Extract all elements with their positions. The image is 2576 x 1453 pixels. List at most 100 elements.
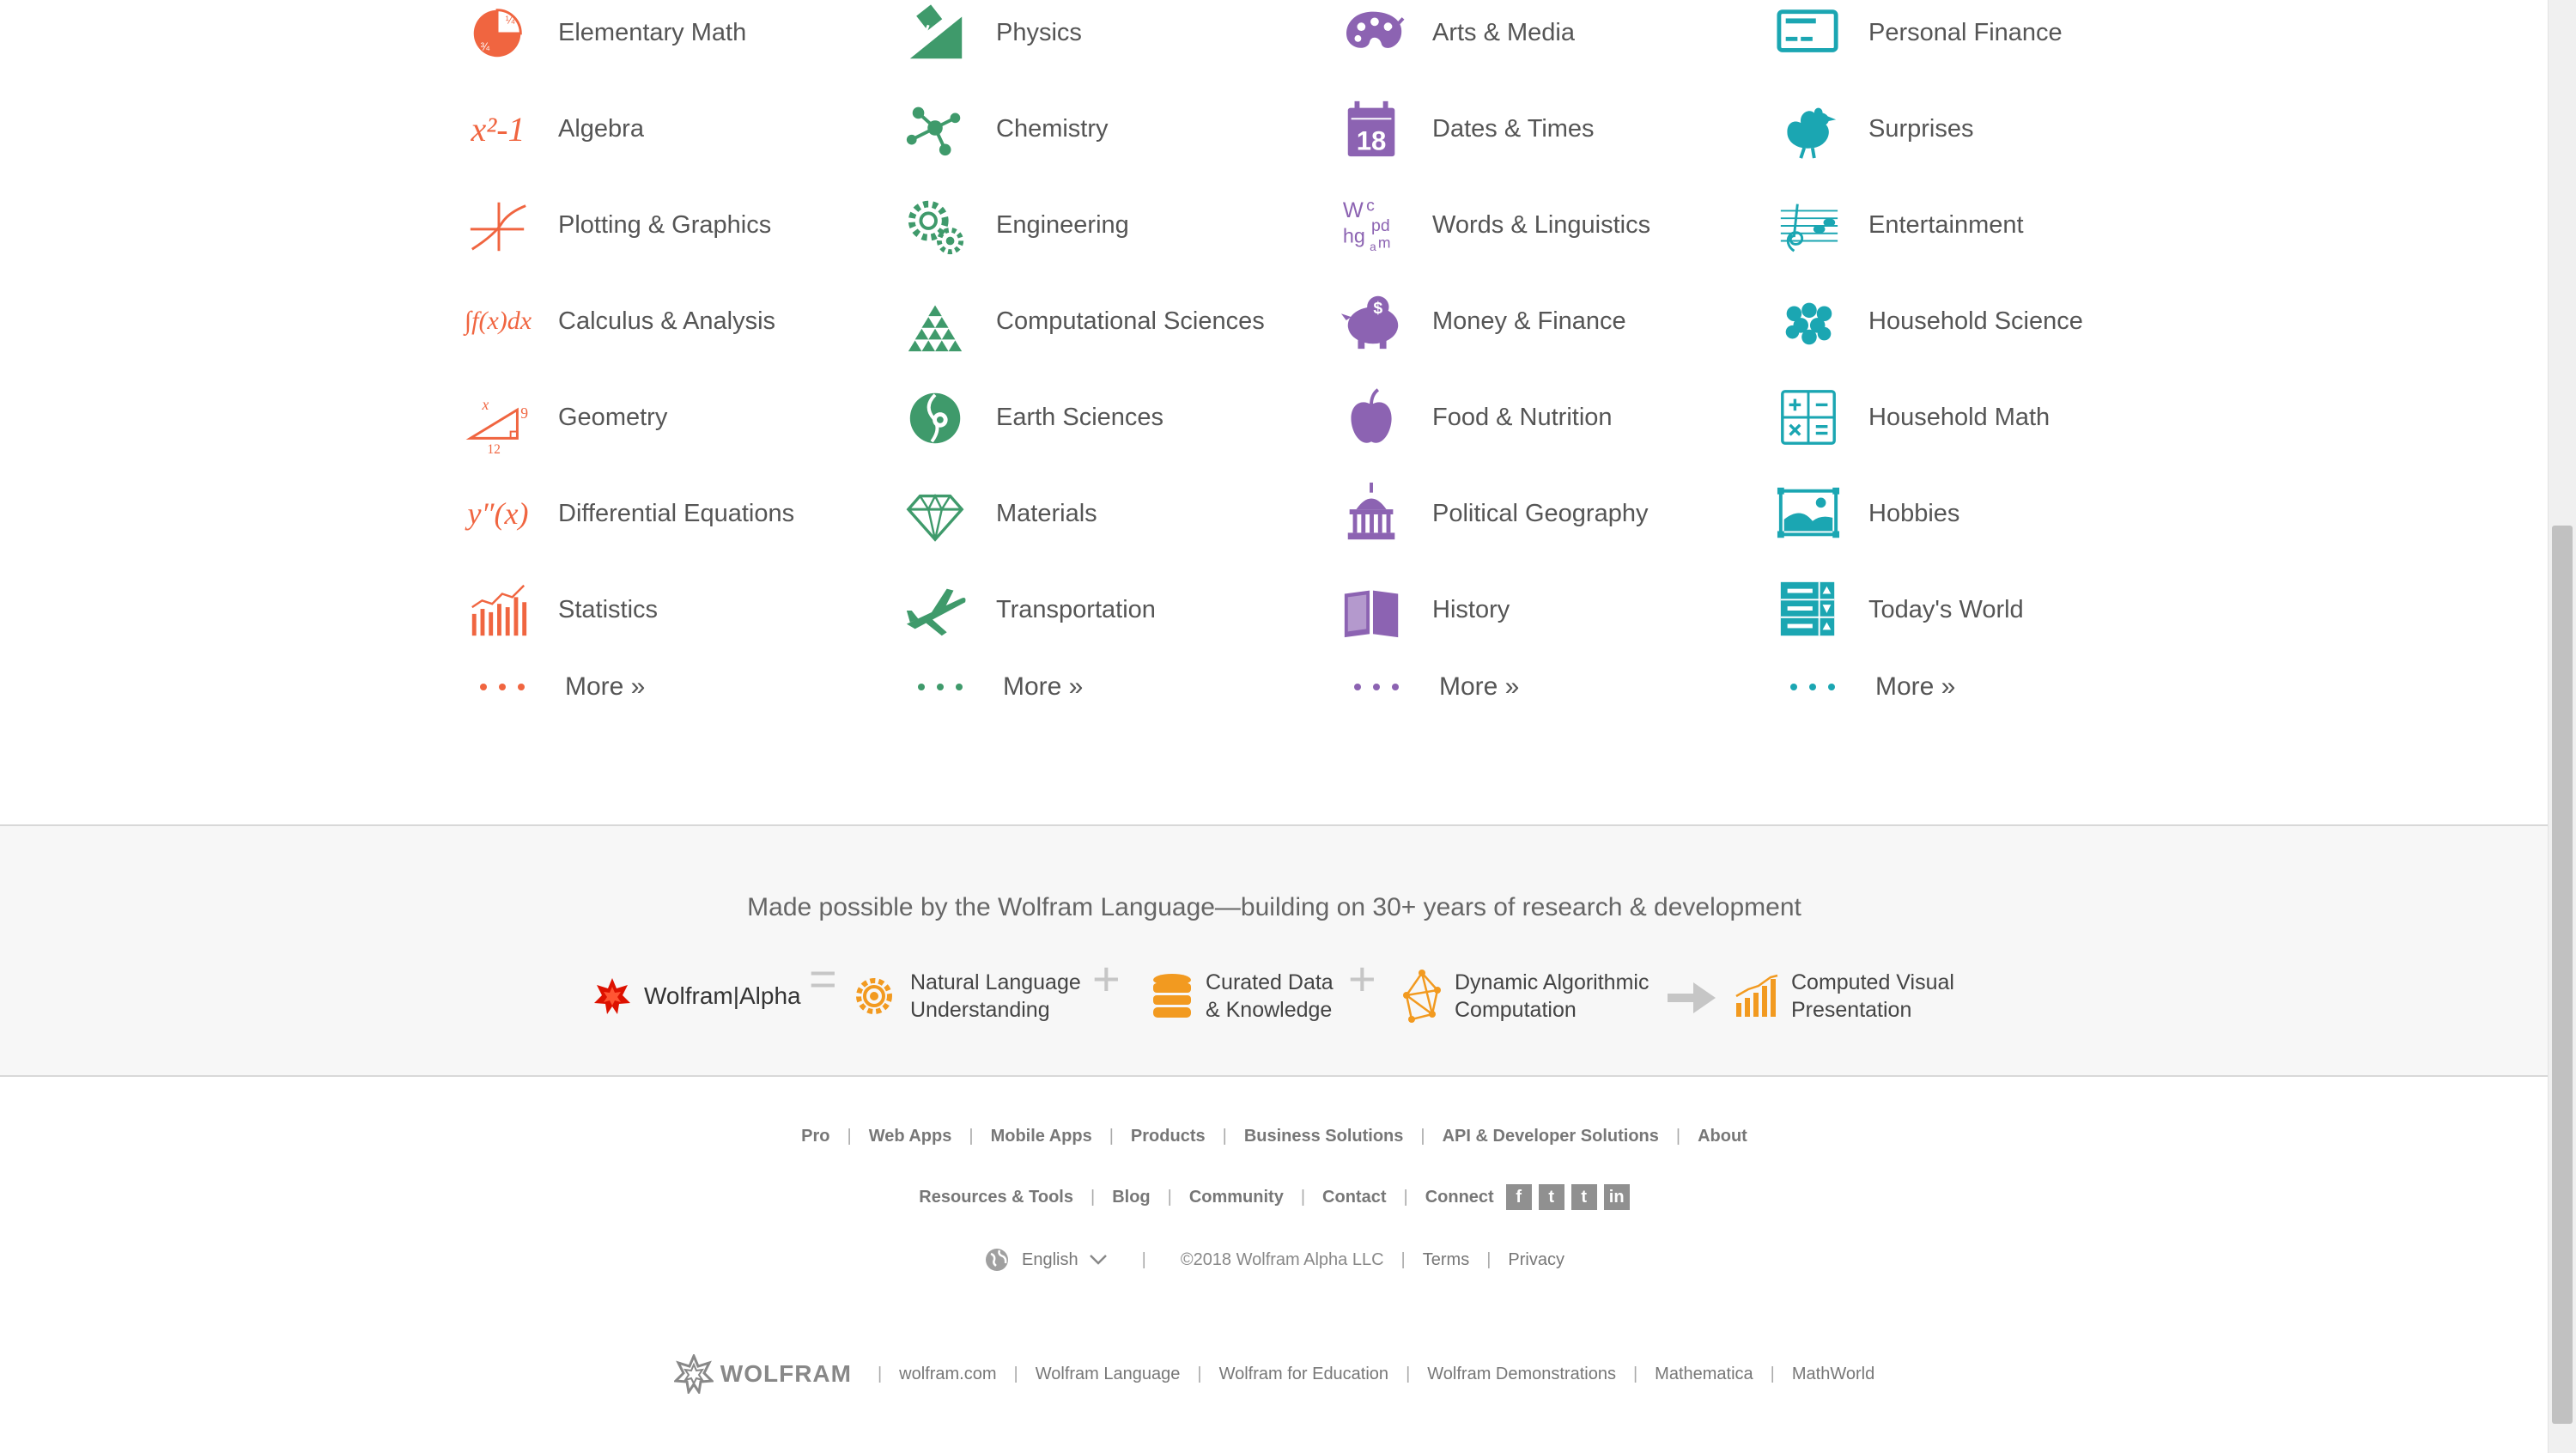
site-link-wolfram-com[interactable]: wolfram.com bbox=[899, 1365, 996, 1384]
footer-link-blog[interactable]: Blog bbox=[1112, 1188, 1150, 1207]
database-icon bbox=[1153, 974, 1191, 1018]
x-squared-icon: x²-1 bbox=[464, 94, 532, 163]
more-link-society[interactable]: More » bbox=[1338, 666, 1519, 708]
triangle-geometry-icon: x 9 12 bbox=[464, 383, 532, 457]
category-label: Elementary Math bbox=[558, 18, 747, 46]
category-household-science[interactable]: Household Science bbox=[1774, 287, 2083, 356]
site-link-mathematica[interactable]: Mathematica bbox=[1655, 1365, 1753, 1384]
category-personal-finance[interactable]: Personal Finance bbox=[1774, 0, 2063, 67]
category-geometry[interactable]: x 9 12 Geometry bbox=[464, 383, 667, 457]
category-computational-sciences[interactable]: Computational Sciences bbox=[902, 287, 1265, 356]
calculator-icon bbox=[1774, 383, 1843, 452]
site-link-wolfram-for-education[interactable]: Wolfram for Education bbox=[1219, 1365, 1389, 1384]
footer-link-about[interactable]: About bbox=[1698, 1127, 1747, 1146]
category-label: Household Science bbox=[1868, 307, 2083, 335]
visual-part: Computed Visual Presentation bbox=[1735, 953, 1954, 1039]
category-label: Chemistry bbox=[996, 114, 1109, 143]
facebook-icon[interactable]: f bbox=[1505, 1184, 1532, 1210]
visual-line1: Computed Visual bbox=[1791, 970, 1954, 994]
site-link-wolfram-demonstrations[interactable]: Wolfram Demonstrations bbox=[1427, 1365, 1616, 1384]
category-label: Differential Equations bbox=[558, 499, 795, 527]
category-arts-and-media[interactable]: Arts & Media bbox=[1338, 0, 1575, 67]
category-statistics[interactable]: Statistics bbox=[464, 575, 658, 644]
visual-line2: Presentation bbox=[1791, 998, 1912, 1022]
category-dates-and-times[interactable]: 18 Dates & Times bbox=[1338, 94, 1595, 163]
wolfram-alpha-logo[interactable]: Wolfram|Alpha bbox=[592, 953, 801, 1039]
footer-link-products[interactable]: Products bbox=[1131, 1127, 1206, 1146]
twitter-icon[interactable]: t bbox=[1538, 1184, 1564, 1210]
music-staff-icon bbox=[1774, 191, 1843, 259]
picture-icon bbox=[1774, 479, 1843, 548]
category-today-s-world[interactable]: Today's World bbox=[1774, 575, 2024, 644]
site-link-wolfram-language[interactable]: Wolfram Language bbox=[1036, 1365, 1181, 1384]
wolfram-alpha-star-icon bbox=[594, 978, 630, 1014]
algo-line1: Dynamic Algorithmic bbox=[1455, 970, 1649, 994]
footer-link-pro[interactable]: Pro bbox=[801, 1127, 829, 1146]
category-label: Plotting & Graphics bbox=[558, 210, 772, 239]
svg-text:m: m bbox=[1378, 234, 1391, 251]
wolfram-logo[interactable]: WOLFRAM bbox=[673, 1354, 852, 1394]
chicken-icon bbox=[1774, 94, 1843, 163]
wolfram-wordmark: WOLFRAM bbox=[720, 1360, 852, 1387]
category-elementary-math[interactable]: ¼ ¾ Elementary Math bbox=[464, 0, 746, 67]
bar-chart-icon bbox=[464, 575, 532, 644]
category-physics[interactable]: Physics bbox=[902, 0, 1082, 67]
footer-link-mobile-apps[interactable]: Mobile Apps bbox=[991, 1127, 1092, 1146]
footer-link-contact[interactable]: Contact bbox=[1322, 1188, 1386, 1207]
category-household-math[interactable]: Household Math bbox=[1774, 383, 2050, 452]
category-engineering[interactable]: Engineering bbox=[902, 191, 1129, 259]
footer-link-connect[interactable]: Connect bbox=[1425, 1188, 1494, 1207]
linkedin-icon[interactable]: in bbox=[1603, 1184, 1630, 1210]
category-label: History bbox=[1432, 595, 1510, 623]
scrollbar-thumb[interactable] bbox=[2552, 526, 2573, 1424]
category-label: Engineering bbox=[996, 210, 1129, 239]
category-transportation[interactable]: Transportation bbox=[902, 575, 1156, 644]
svg-text:a: a bbox=[1370, 240, 1376, 253]
more-link-science[interactable]: More » bbox=[902, 666, 1083, 708]
category-earth-sciences[interactable]: Earth Sciences bbox=[902, 383, 1163, 452]
footer-links-secondary: Resources & Tools | Blog | Community | Contact… bbox=[0, 1184, 2549, 1210]
rising-bars-icon bbox=[1735, 974, 1778, 1017]
footer-link-business-solutions[interactable]: Business Solutions bbox=[1244, 1127, 1404, 1146]
more-link-life[interactable]: More » bbox=[1774, 666, 1955, 708]
category-label: Statistics bbox=[558, 595, 659, 623]
category-materials[interactable]: Materials bbox=[902, 479, 1097, 548]
category-chemistry[interactable]: Chemistry bbox=[902, 94, 1109, 163]
footer-link-api-and-developer-solutions[interactable]: API & Developer Solutions bbox=[1443, 1127, 1659, 1146]
privacy-link[interactable]: Privacy bbox=[1508, 1250, 1564, 1270]
tumblr-icon[interactable]: t bbox=[1571, 1184, 1597, 1210]
category-algebra[interactable]: x²-1 Algebra bbox=[464, 94, 644, 163]
category-label: Hobbies bbox=[1868, 499, 1960, 527]
vertical-scrollbar[interactable] bbox=[2548, 0, 2576, 1453]
x-squared-icon-glyph: x²-1 bbox=[471, 109, 526, 149]
category-plotting-and-graphics[interactable]: Plotting & Graphics bbox=[464, 191, 771, 259]
category-words-and-linguistics[interactable]: Wc hg pd m a Words & Linguistics bbox=[1338, 191, 1650, 259]
terms-link[interactable]: Terms bbox=[1423, 1250, 1469, 1270]
footer-link-web-apps[interactable]: Web Apps bbox=[869, 1127, 952, 1146]
category-entertainment[interactable]: Entertainment bbox=[1774, 191, 2024, 259]
category-hobbies[interactable]: Hobbies bbox=[1774, 479, 1959, 548]
calendar-icon: 18 bbox=[1338, 94, 1406, 163]
footer-link-community[interactable]: Community bbox=[1189, 1188, 1284, 1207]
plus-sign-2: + bbox=[1348, 951, 1376, 1006]
curated-line2: & Knowledge bbox=[1206, 998, 1333, 1022]
category-differential-equations[interactable]: y″(x) Differential Equations bbox=[464, 479, 795, 548]
category-food-and-nutrition[interactable]: Food & Nutrition bbox=[1338, 383, 1613, 452]
category-history[interactable]: History bbox=[1338, 575, 1510, 644]
category-label: Today's World bbox=[1868, 595, 2024, 623]
arrow-right-icon bbox=[1668, 982, 1716, 1013]
footer-links-primary: Pro | Web Apps | Mobile Apps | Products | Busine… bbox=[801, 1127, 1747, 1146]
language-selector[interactable]: English bbox=[984, 1247, 1108, 1273]
site-link-mathworld[interactable]: MathWorld bbox=[1792, 1365, 1874, 1384]
category-money-and-finance[interactable]: $ Money & Finance bbox=[1338, 287, 1626, 356]
category-calculus-and-analysis[interactable]: ∫f(x)dx Calculus & Analysis bbox=[464, 287, 775, 356]
equals-sign: = bbox=[809, 951, 837, 1006]
letters-icon: Wc hg pd m a bbox=[1338, 191, 1406, 259]
tagline: Made possible by the Wolfram Language—bu… bbox=[747, 893, 1801, 921]
category-surprises[interactable]: Surprises bbox=[1774, 94, 1974, 163]
wolfram-spikey-icon bbox=[673, 1354, 714, 1394]
footer-link-resources-and-tools[interactable]: Resources & Tools bbox=[919, 1188, 1073, 1207]
curated-data-part: Curated Data & Knowledge bbox=[1151, 953, 1334, 1039]
more-link-math[interactable]: More » bbox=[464, 666, 645, 708]
category-political-geography[interactable]: Political Geography bbox=[1338, 479, 1648, 548]
